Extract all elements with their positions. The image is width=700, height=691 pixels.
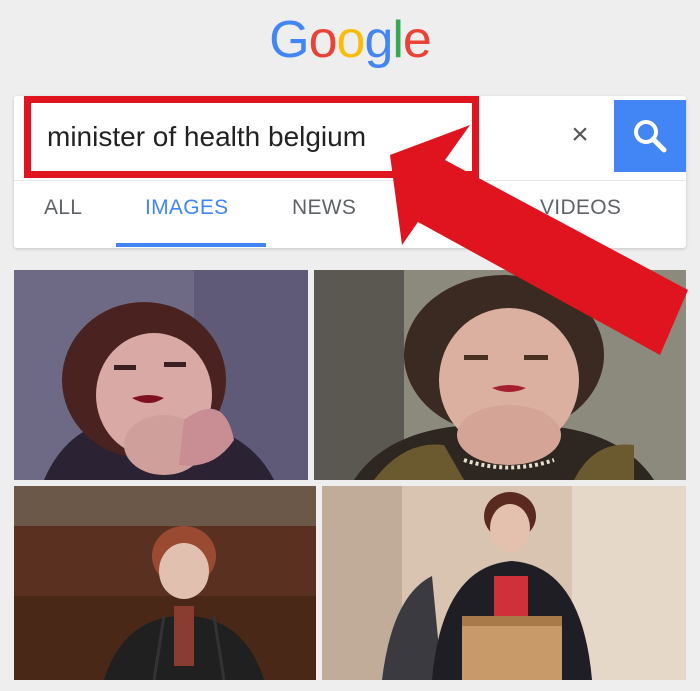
search-icon bbox=[634, 120, 667, 153]
photo-image bbox=[14, 270, 308, 480]
tab-videos[interactable]: VIDEOS bbox=[540, 196, 621, 220]
logo-letter: G bbox=[269, 11, 309, 69]
tab-label: ALL bbox=[44, 196, 83, 219]
tab-images[interactable]: IMAGES bbox=[145, 196, 228, 220]
tab-all[interactable]: ALL bbox=[44, 196, 82, 220]
tab-label: IMAGES bbox=[145, 196, 229, 219]
search-input[interactable] bbox=[24, 96, 479, 178]
clear-search-button[interactable]: × bbox=[560, 110, 600, 160]
google-logo: Google bbox=[0, 10, 700, 70]
logo-letter: o bbox=[308, 11, 338, 69]
image-result[interactable] bbox=[314, 270, 686, 480]
logo-letter: e bbox=[402, 11, 432, 69]
search-divider bbox=[14, 180, 686, 181]
image-result[interactable] bbox=[14, 486, 316, 680]
close-icon: × bbox=[571, 118, 589, 151]
tab-label: VIDEOS bbox=[540, 196, 622, 219]
search-button[interactable] bbox=[614, 100, 686, 172]
image-result[interactable] bbox=[322, 486, 686, 680]
logo-letter: g bbox=[364, 11, 393, 69]
logo-letter: o bbox=[336, 11, 366, 69]
logo-letter: l bbox=[392, 11, 404, 69]
active-tab-indicator bbox=[116, 243, 266, 247]
photo-image bbox=[314, 270, 686, 480]
photo-image bbox=[14, 486, 316, 680]
image-result[interactable] bbox=[14, 270, 308, 480]
photo-image bbox=[322, 486, 686, 680]
tab-news[interactable]: NEWS bbox=[292, 196, 356, 220]
tab-label: NEWS bbox=[292, 196, 357, 219]
